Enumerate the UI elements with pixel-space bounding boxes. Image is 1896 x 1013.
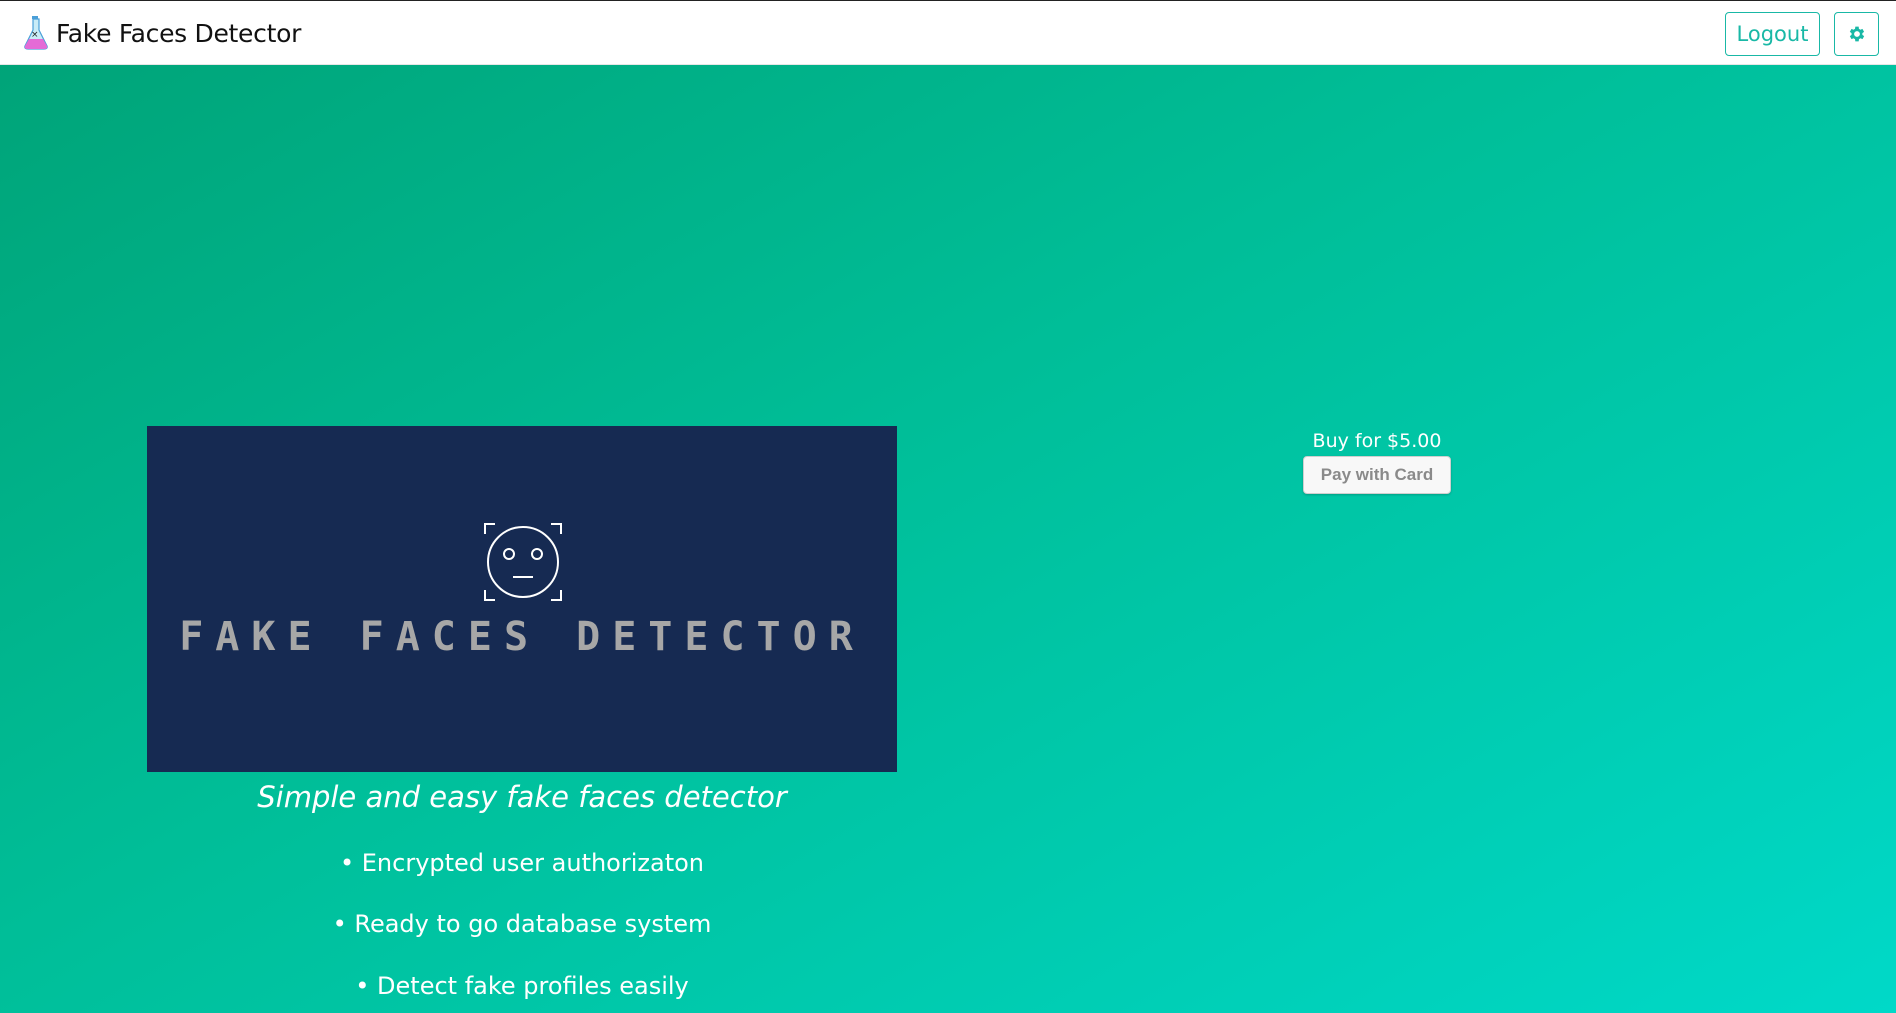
logout-button[interactable]: Logout [1725, 12, 1820, 56]
pay-with-card-button[interactable]: Pay with Card [1303, 456, 1451, 494]
purchase-block: Buy for $5.00 Pay with Card [1303, 430, 1451, 494]
face-scan-icon [484, 523, 562, 601]
brand-link[interactable]: × Fake Faces Detector [22, 15, 301, 51]
svg-text:×: × [31, 30, 39, 40]
feature-item: • Ready to go database system [332, 910, 712, 938]
gear-icon [1849, 26, 1864, 42]
navbar: × Fake Faces Detector Logout [0, 0, 1896, 65]
flask-icon: × [24, 16, 48, 50]
feature-item: • Detect fake profiles easily [355, 972, 689, 1000]
brand-title: Fake Faces Detector [56, 18, 302, 48]
settings-button[interactable] [1834, 12, 1879, 56]
price-label: Buy for $5.00 [1312, 430, 1442, 452]
hero-logo-text: FAKE FACES DETECTOR [179, 614, 865, 660]
tagline: Simple and easy fake faces detector [257, 780, 787, 814]
hero-banner: FAKE FACES DETECTOR [147, 426, 897, 772]
feature-item: • Encrypted user authorizaton [339, 849, 705, 877]
